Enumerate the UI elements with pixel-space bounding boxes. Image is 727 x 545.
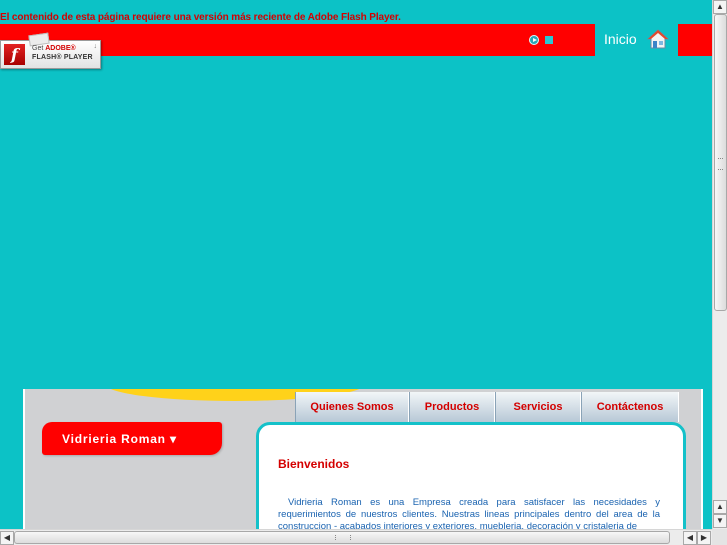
stop-icon[interactable] (545, 36, 553, 44)
browser-viewport: El contenido de esta página requiere una… (0, 0, 712, 529)
nav-tab-servicios[interactable]: Servicios (495, 392, 581, 422)
welcome-body: Vidrieria Roman es una Empresa creada pa… (278, 497, 660, 529)
horizontal-scroll-thumb[interactable] (14, 531, 670, 544)
grip-icon (335, 535, 351, 540)
scroll-down-button[interactable]: ▼ (713, 514, 727, 528)
header-red-bar-right (678, 24, 712, 56)
scroll-up-button[interactable]: ▲ (713, 0, 727, 14)
scrollbar-corner (712, 529, 727, 545)
main-nav: Quienes Somos Productos Servicios Contác… (295, 392, 679, 422)
brand-badge[interactable]: Vidrieria Roman ▾ (42, 422, 222, 455)
scroll-left-button-right[interactable]: ◀ (683, 531, 697, 545)
media-controls (529, 35, 553, 45)
get-flash-player-badge[interactable]: f Get ADOBE® FLASH® PLAYER ↓ (0, 32, 101, 69)
nav-tab-productos[interactable]: Productos (409, 392, 495, 422)
scroll-up-button-lower[interactable]: ▲ (713, 500, 727, 514)
flash-badge-get: Get ADOBE® (32, 45, 76, 52)
home-label: Inicio (604, 31, 637, 47)
flash-warning-text: El contenido de esta página requiere una… (0, 12, 401, 23)
welcome-title: Bienvenidos (278, 457, 350, 471)
download-arrow-icon: ↓ (93, 43, 98, 50)
nav-tab-contactenos[interactable]: Contáctenos (581, 392, 679, 422)
scroll-right-button[interactable]: ▶ (697, 531, 711, 545)
scroll-left-button[interactable]: ◀ (0, 531, 14, 545)
flash-icon: f (4, 44, 25, 65)
brand-name: Vidrieria Roman ▾ (62, 432, 177, 446)
welcome-panel: Bienvenidos Vidrieria Roman es una Empre… (256, 422, 686, 529)
vertical-scroll-thumb[interactable] (714, 14, 727, 311)
horizontal-scrollbar[interactable]: ◀ ◀ ▶ (0, 529, 712, 545)
flash-badge-product: FLASH® PLAYER (32, 54, 93, 61)
house-icon (647, 29, 669, 49)
play-icon[interactable] (529, 35, 539, 45)
grip-icon (718, 158, 723, 170)
vertical-scrollbar[interactable]: ▲ ▲ ▼ (712, 0, 727, 529)
site-content-frame: Quienes Somos Productos Servicios Contác… (23, 389, 703, 529)
home-button[interactable]: Inicio (595, 24, 678, 56)
nav-tab-quienes-somos[interactable]: Quienes Somos (295, 392, 409, 422)
